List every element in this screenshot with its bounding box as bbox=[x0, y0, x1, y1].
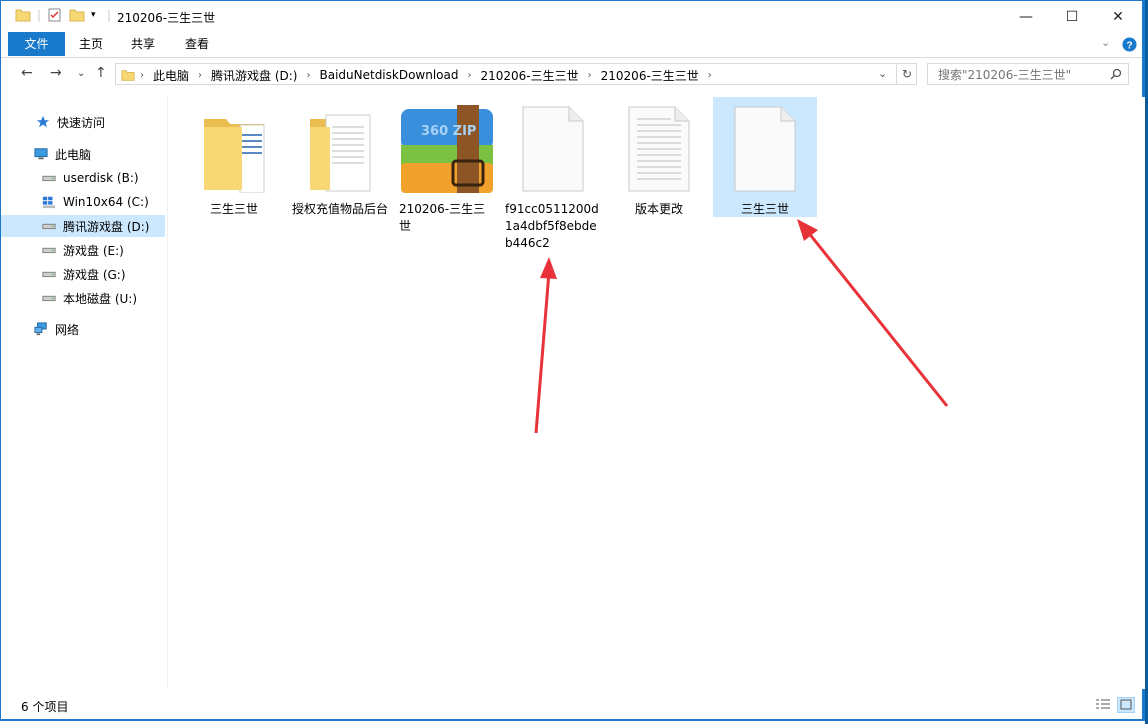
network-icon bbox=[34, 322, 47, 336]
folder-document-icon bbox=[310, 114, 371, 192]
explorer-window: | ▾ | 210206-三生三世 — ☐ ✕ 文件 主页 共享 查看 ⌄ ? … bbox=[0, 0, 1145, 721]
blank-file-icon bbox=[522, 106, 584, 192]
nav-label: 此电脑 bbox=[55, 147, 92, 162]
svg-text:?: ? bbox=[1126, 40, 1132, 51]
file-name: 三生三世 bbox=[740, 202, 789, 216]
new-folder-icon[interactable] bbox=[69, 7, 85, 23]
minimize-button[interactable]: — bbox=[1003, 1, 1049, 32]
forward-button[interactable]: → bbox=[50, 65, 62, 81]
ribbon-tabs: 文件 主页 共享 查看 ⌄ ? bbox=[1, 32, 1142, 58]
help-icon[interactable]: ? bbox=[1122, 37, 1137, 52]
quick-access-toolbar: | ▾ bbox=[15, 7, 96, 23]
file-item[interactable]: 360 ZIP 210206-三生三世 bbox=[395, 97, 499, 233]
file-name: 授权充值物品后台 bbox=[292, 202, 389, 216]
crumb-folder-1[interactable]: 210206-三生三世 bbox=[477, 67, 583, 84]
nav-drive-e[interactable]: 游戏盘 (E:) bbox=[1, 239, 165, 261]
tab-home[interactable]: 主页 bbox=[69, 32, 113, 56]
file-item-selected[interactable]: 三生三世 bbox=[713, 97, 817, 217]
nav-label: 腾讯游戏盘 (D:) bbox=[63, 219, 150, 234]
file-item[interactable]: 授权充值物品后台 bbox=[288, 97, 392, 217]
window-title: 210206-三生三世 bbox=[117, 11, 216, 25]
title-divider: | bbox=[107, 8, 112, 22]
folder-icon[interactable] bbox=[15, 7, 31, 23]
address-bar[interactable]: › 此电脑 › 腾讯游戏盘 (D:) › BaiduNetdiskDownloa… bbox=[115, 63, 917, 85]
chevron-right-icon[interactable]: › bbox=[463, 70, 477, 81]
nav-network[interactable]: 网络 bbox=[1, 318, 165, 340]
navigation-pane: 快速访问 此电脑 userdisk (B:) Win10x64 (C:) 腾讯游… bbox=[1, 97, 168, 689]
drive-icon bbox=[42, 175, 56, 182]
nav-label: 游戏盘 (E:) bbox=[63, 243, 124, 258]
computer-icon bbox=[34, 148, 48, 160]
file-item[interactable]: 三生三世 bbox=[182, 97, 286, 217]
windows-drive-icon bbox=[42, 196, 56, 209]
nav-drive-u[interactable]: 本地磁盘 (U:) bbox=[1, 287, 165, 309]
back-button[interactable]: ← bbox=[21, 65, 33, 81]
drive-icon bbox=[42, 223, 56, 230]
file-item[interactable]: f91cc0511200d1a4dbf5f8ebdeb446c2 bbox=[501, 97, 605, 250]
file-name: 210206-三生三世 bbox=[399, 202, 486, 233]
folder-icon bbox=[204, 119, 265, 193]
nav-label: userdisk (B:) bbox=[63, 171, 139, 185]
nav-drive-d[interactable]: 腾讯游戏盘 (D:) bbox=[1, 215, 165, 237]
text-file-icon bbox=[628, 106, 690, 192]
up-button[interactable]: ↑ bbox=[95, 65, 107, 81]
search-box[interactable] bbox=[927, 63, 1129, 85]
ribbon-expand-icon[interactable]: ⌄ bbox=[1101, 36, 1110, 49]
properties-icon[interactable] bbox=[47, 7, 63, 23]
drive-icon bbox=[42, 271, 56, 278]
drive-icon bbox=[42, 295, 56, 302]
crumb-drive-d[interactable]: 腾讯游戏盘 (D:) bbox=[207, 67, 301, 84]
tab-file[interactable]: 文件 bbox=[8, 32, 65, 56]
breadcrumb: › 此电脑 › 腾讯游戏盘 (D:) › BaiduNetdiskDownloa… bbox=[116, 64, 717, 86]
file-list: 三生三世 授权充值物品后台 360 ZIP 210206-三生三世 f91cc0… bbox=[168, 97, 1128, 691]
nav-this-pc[interactable]: 此电脑 bbox=[1, 143, 165, 165]
chevron-right-icon[interactable]: › bbox=[703, 70, 717, 81]
recent-locations-icon[interactable]: ⌄ bbox=[77, 68, 85, 79]
status-bar: 6 个项目 bbox=[1, 695, 1142, 719]
address-row: ← → ⌄ ↑ › 此电脑 › 腾讯游戏盘 (D:) › BaiduNetdis… bbox=[1, 63, 1142, 87]
blank-file-icon bbox=[734, 106, 796, 192]
nav-drive-c[interactable]: Win10x64 (C:) bbox=[1, 191, 165, 213]
chevron-right-icon[interactable]: › bbox=[193, 70, 207, 81]
close-button[interactable]: ✕ bbox=[1095, 1, 1141, 32]
scrollbar[interactable] bbox=[1128, 97, 1145, 689]
address-history-icon[interactable]: ⌄ bbox=[878, 67, 887, 80]
search-icon[interactable] bbox=[1110, 68, 1122, 80]
nav-drive-b[interactable]: userdisk (B:) bbox=[1, 167, 165, 189]
chevron-right-icon[interactable]: › bbox=[135, 70, 149, 81]
chevron-right-icon[interactable]: › bbox=[301, 70, 315, 81]
qat-divider: | bbox=[37, 8, 42, 22]
zip-archive-icon: 360 ZIP bbox=[401, 105, 493, 193]
file-name: 版本更改 bbox=[634, 202, 683, 216]
refresh-icon[interactable]: ↻ bbox=[896, 63, 917, 85]
crumb-baidu[interactable]: BaiduNetdiskDownload bbox=[315, 68, 462, 82]
title-bar: | ▾ | 210206-三生三世 — ☐ ✕ bbox=[1, 1, 1142, 32]
maximize-button[interactable]: ☐ bbox=[1049, 1, 1095, 32]
chevron-right-icon[interactable]: › bbox=[583, 70, 597, 81]
file-item[interactable]: 版本更改 bbox=[607, 97, 711, 217]
file-name: 三生三世 bbox=[209, 202, 258, 216]
tab-view[interactable]: 查看 bbox=[175, 32, 219, 56]
nav-label: 网络 bbox=[55, 322, 80, 337]
details-view-icon[interactable] bbox=[1095, 698, 1111, 712]
nav-label: 本地磁盘 (U:) bbox=[63, 291, 138, 306]
file-name: f91cc0511200d1a4dbf5f8ebdeb446c2 bbox=[505, 202, 599, 250]
tab-share[interactable]: 共享 bbox=[121, 32, 165, 56]
nav-label: 快速访问 bbox=[57, 115, 106, 130]
large-icons-view-icon[interactable] bbox=[1117, 697, 1135, 713]
qat-dropdown-icon[interactable]: ▾ bbox=[91, 10, 96, 20]
drive-icon bbox=[42, 247, 56, 254]
nav-drive-g[interactable]: 游戏盘 (G:) bbox=[1, 263, 165, 285]
folder-icon bbox=[121, 70, 135, 81]
crumb-folder-2[interactable]: 210206-三生三世 bbox=[597, 67, 703, 84]
search-input[interactable] bbox=[936, 66, 1110, 84]
nav-label: Win10x64 (C:) bbox=[63, 195, 149, 209]
nav-label: 游戏盘 (G:) bbox=[63, 267, 126, 282]
zip-brand-text: 360 ZIP bbox=[421, 124, 476, 139]
crumb-this-pc[interactable]: 此电脑 bbox=[149, 67, 193, 84]
star-icon bbox=[36, 115, 50, 128]
nav-quick-access[interactable]: 快速访问 bbox=[1, 111, 165, 133]
item-count: 6 个项目 bbox=[21, 700, 69, 714]
